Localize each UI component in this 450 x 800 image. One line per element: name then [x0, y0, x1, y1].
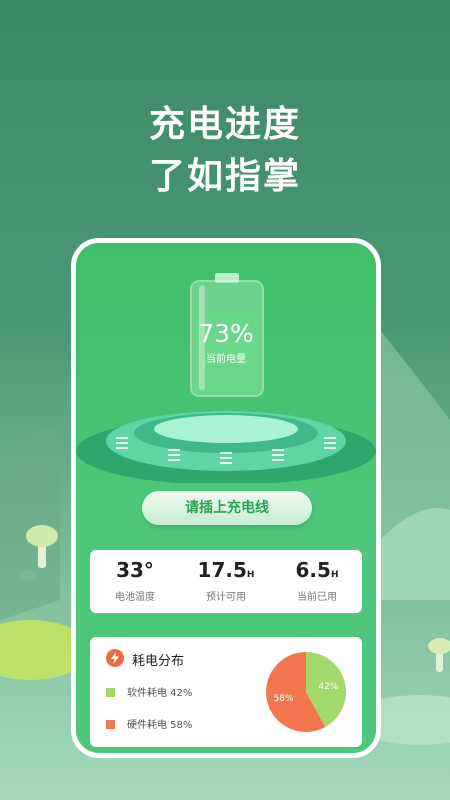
- pie-label-0: 42%: [318, 682, 338, 692]
- stat-temperature: 33° 电池温度: [90, 558, 180, 603]
- stat-unit: °: [143, 558, 154, 582]
- stat-value: 33: [116, 558, 144, 582]
- legend-label: 硬件耗电 58%: [127, 720, 193, 731]
- stat-unit: H: [330, 570, 339, 580]
- legend-hardware: 硬件耗电 58%: [106, 716, 192, 731]
- stat-label: 当前已用: [297, 592, 337, 603]
- stat-unit: H: [246, 570, 255, 580]
- legend-label: 软件耗电 42%: [127, 688, 193, 699]
- battery-percent-label: 当前电量: [206, 354, 246, 365]
- battery-hero: 73% 当前电量: [76, 243, 376, 488]
- stat-label: 电池温度: [115, 592, 155, 603]
- pie-label-1: 58%: [274, 694, 294, 704]
- headline-line-2: 了如指掌: [148, 156, 301, 197]
- stat-value: 17.5: [197, 558, 247, 582]
- stat-value: 6.5: [295, 558, 331, 582]
- mushroom-right: [428, 638, 450, 672]
- legend-swatch: [106, 688, 115, 697]
- lightning-icon: [106, 649, 124, 667]
- stats-card: 33° 电池温度 17.5H 预计可用 6.5H 当前已用: [90, 550, 362, 613]
- phone-mockup: 73% 当前电量 请插上充电线 33° 电池温度 17.5H 预计可用 6.5H…: [71, 238, 381, 758]
- stat-estimated-available: 17.5H 预计可用: [181, 558, 271, 603]
- power-distribution-card: 耗电分布 软件耗电 42% 硬件耗电 58% 42% 58%: [90, 637, 362, 747]
- distribution-title: 耗电分布: [132, 654, 185, 669]
- battery-percent: 73%: [198, 319, 254, 348]
- legend-software: 软件耗电 42%: [106, 684, 192, 699]
- stat-label: 预计可用: [206, 592, 246, 603]
- plug-in-charger-button[interactable]: 请插上充电线: [142, 491, 312, 525]
- stat-current-used: 6.5H 当前已用: [272, 558, 362, 603]
- charging-platform: [76, 411, 376, 483]
- headline-line-1: 充电进度: [148, 104, 301, 145]
- legend-swatch: [106, 720, 115, 729]
- distribution-pie-chart: 42% 58%: [266, 652, 346, 732]
